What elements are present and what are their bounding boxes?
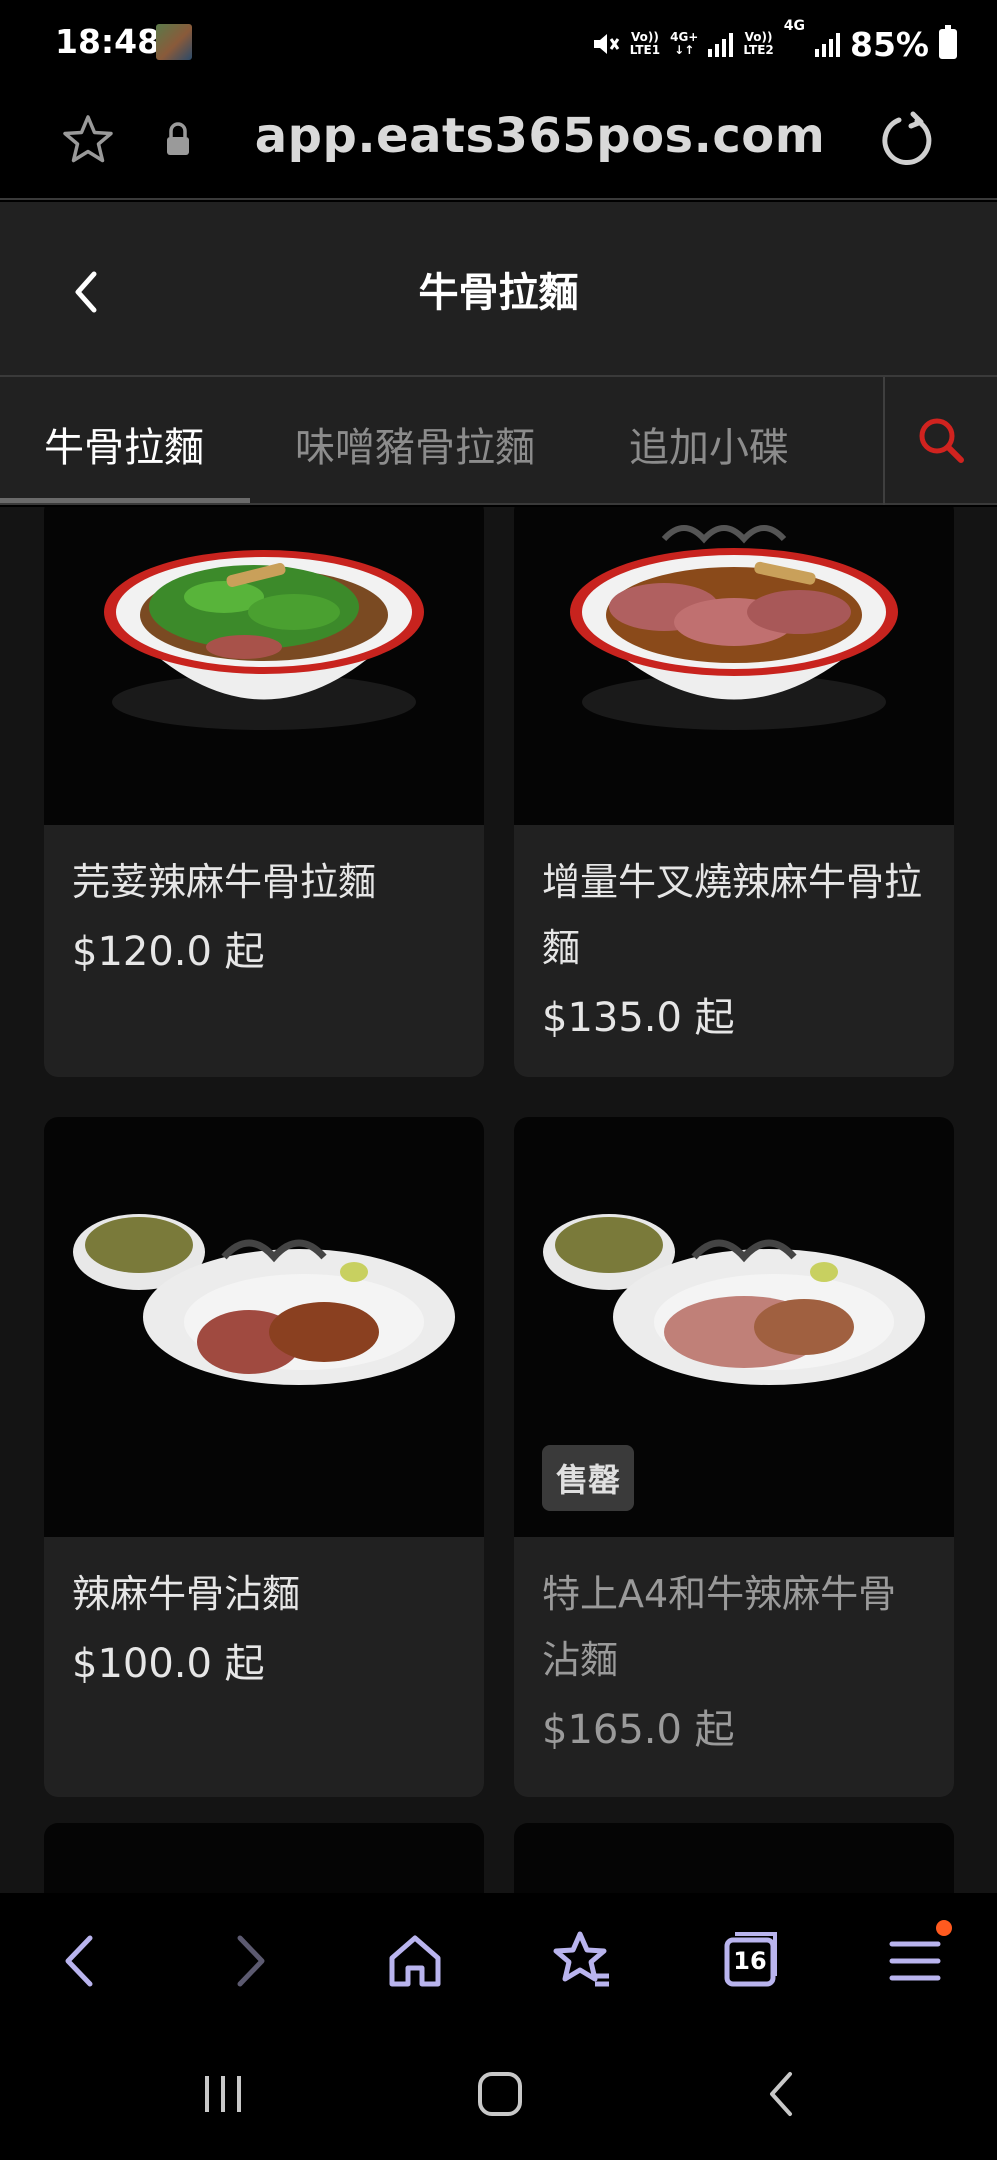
notification-dot <box>936 1920 952 1936</box>
data-arrows-icon: ↓↑ <box>674 43 695 57</box>
active-tab-indicator <box>0 498 250 503</box>
product-card[interactable]: 芫荽辣麻牛骨拉麵 $120.0 起 <box>44 507 484 1077</box>
bookmark-star-icon[interactable] <box>60 112 116 168</box>
product-price: $120.0 起 <box>72 929 265 975</box>
network2-type-label: 4G <box>783 18 805 34</box>
network2-type: 4G <box>783 18 805 34</box>
tabs-button[interactable]: 16 <box>715 1926 785 1996</box>
product-price: $135.0 起 <box>542 995 735 1041</box>
product-price: $100.0 起 <box>72 1641 265 1687</box>
product-grid: 芫荽辣麻牛骨拉麵 $120.0 起 增量牛叉燒辣麻牛骨拉麵 $135.0 起 辣… <box>0 507 997 1893</box>
product-info: 特上A4和牛辣麻牛骨沾麵 $165.0 起 <box>514 1537 954 1783</box>
network1-type: 4G+ ↓↑ <box>670 31 698 57</box>
sim1-indicator: Vo)) LTE1 <box>630 31 660 57</box>
status-time: 18:48 <box>55 22 161 61</box>
browser-toolbar: 16 <box>0 1893 997 2028</box>
signal1-icon <box>708 31 734 57</box>
sold-out-badge: 售罄 <box>542 1445 635 1511</box>
bookmarks-icon[interactable] <box>547 1926 617 1996</box>
tab-count: 16 <box>733 1947 767 1975</box>
browser-forward-icon[interactable] <box>214 1926 284 1996</box>
category-tabs: 牛骨拉麵 味噌豬骨拉麵 追加小碟 <box>0 377 997 505</box>
browser-url-bar: app.eats365pos.com <box>0 90 997 200</box>
tab-miso-pork-ramen[interactable]: 味噌豬骨拉麵 <box>295 415 535 473</box>
lock-icon[interactable] <box>163 120 193 160</box>
reload-icon[interactable] <box>877 110 937 170</box>
signal2-icon <box>815 31 840 57</box>
product-name: 增量牛叉燒辣麻牛骨拉麵 <box>542 860 923 970</box>
sim1-label-bottom: LTE1 <box>629 43 661 57</box>
product-info: 芫荽辣麻牛骨拉麵 $120.0 起 <box>44 825 484 1005</box>
battery-icon <box>939 25 957 59</box>
tab-niugu-lamian[interactable]: 牛骨拉麵 <box>44 415 204 473</box>
product-card-sold-out[interactable]: 售罄 特上A4和牛辣麻牛骨沾麵 $165.0 起 <box>514 1117 954 1797</box>
status-bar: 18:48 Vo)) LTE1 4G+ ↓↑ Vo)) LTE2 4G 85% <box>0 0 997 90</box>
home-nav-icon[interactable] <box>470 2064 530 2124</box>
status-indicators: Vo)) LTE1 4G+ ↓↑ Vo)) LTE2 4G 85% <box>590 18 957 68</box>
product-image-dipping-noodles-wagyu: 售罄 <box>514 1117 954 1537</box>
product-name: 芫荽辣麻牛骨拉麵 <box>72 860 377 904</box>
browser-back-icon[interactable] <box>46 1926 116 1996</box>
sim2-indicator: Vo)) LTE2 <box>743 31 773 57</box>
product-image-dipping-noodles <box>44 1117 484 1537</box>
sim2-label-bottom: LTE2 <box>743 43 774 57</box>
menu-button[interactable] <box>880 1920 952 1996</box>
product-image-ramen-extra-beef <box>514 507 954 825</box>
page-title: 牛骨拉麵 <box>418 270 579 316</box>
product-info: 辣麻牛骨沾麵 $100.0 起 <box>44 1537 484 1717</box>
tabs-divider <box>883 377 885 505</box>
product-price: $165.0 起 <box>542 1707 735 1753</box>
product-card[interactable] <box>514 1823 954 1893</box>
product-info: 增量牛叉燒辣麻牛骨拉麵 $135.0 起 <box>514 825 954 1071</box>
back-nav-icon[interactable] <box>752 2064 812 2124</box>
product-card[interactable] <box>44 1823 484 1893</box>
product-card[interactable]: 辣麻牛骨沾麵 $100.0 起 <box>44 1117 484 1797</box>
product-card[interactable]: 增量牛叉燒辣麻牛骨拉麵 $135.0 起 <box>514 507 954 1077</box>
search-icon[interactable] <box>915 414 967 466</box>
recent-apps-icon[interactable] <box>193 2064 253 2124</box>
notification-thumbnail-icon <box>156 24 192 60</box>
url-address[interactable]: app.eats365pos.com <box>220 108 860 164</box>
home-icon[interactable] <box>380 1926 450 1996</box>
product-name: 辣麻牛骨沾麵 <box>72 1572 301 1616</box>
product-name: 特上A4和牛辣麻牛骨沾麵 <box>542 1572 897 1682</box>
battery-percent: 85% <box>850 24 929 64</box>
menu-icon <box>889 1941 941 1981</box>
product-image-ramen-coriander <box>44 507 484 825</box>
system-nav-bar <box>0 2028 997 2160</box>
mute-icon <box>593 34 619 54</box>
page-header: 牛骨拉麵 <box>0 202 997 377</box>
tab-side-dishes[interactable]: 追加小碟 <box>629 415 789 473</box>
